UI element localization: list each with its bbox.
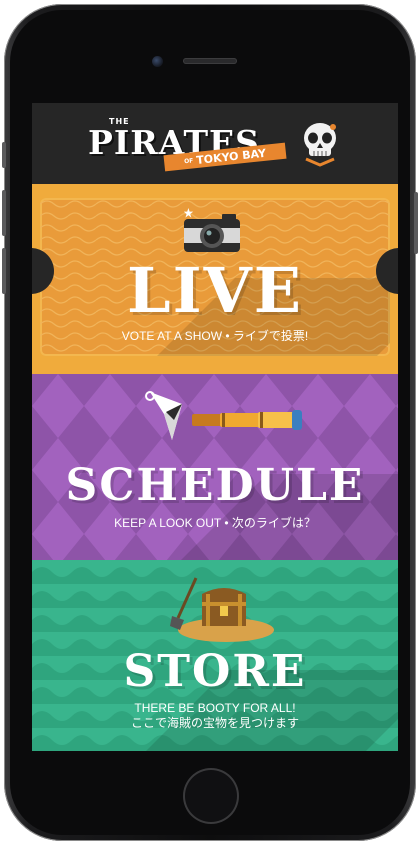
live-title: LIVE: [127, 254, 303, 327]
volume-up-button: [2, 190, 6, 236]
store-subtitle-line1: THERE BE BOOTY FOR ALL!: [134, 701, 296, 715]
camera-icon: [184, 208, 240, 252]
power-button: [414, 192, 418, 254]
store-panel[interactable]: STORE THERE BE BOOTY FOR ALL! ここで海賊の宝物を見…: [32, 560, 398, 751]
skull-icon: [304, 123, 336, 167]
live-subtitle: VOTE AT A SHOW • ライブで投票!: [121, 329, 309, 343]
earpiece-speaker: [183, 58, 237, 64]
mute-switch: [2, 142, 6, 168]
schedule-title: SCHEDULE: [65, 460, 365, 511]
app-header: THE PIRATES OF TOKYO BAY: [32, 103, 398, 184]
logo-of: OF: [183, 156, 194, 165]
live-panel[interactable]: LIVE VOTE AT A SHOW • ライブで投票!: [32, 184, 398, 374]
store-subtitle-line2: ここで海賊の宝物を見つけます: [130, 716, 299, 730]
schedule-panel[interactable]: SCHEDULE KEEP A LOOK OUT • 次のライブは？: [32, 374, 398, 560]
home-button[interactable]: [183, 768, 239, 824]
front-camera: [152, 56, 163, 67]
compass-icon: [145, 391, 182, 440]
store-title: STORE: [123, 646, 307, 697]
shovel-icon: [170, 577, 198, 630]
schedule-subtitle: KEEP A LOOK OUT • 次のライブは？: [114, 516, 316, 530]
spyglass-icon: [192, 410, 302, 430]
volume-down-button: [2, 248, 6, 294]
app-screen: THE PIRATES OF TOKYO BAY LIVE VOTE AT A …: [32, 103, 398, 751]
